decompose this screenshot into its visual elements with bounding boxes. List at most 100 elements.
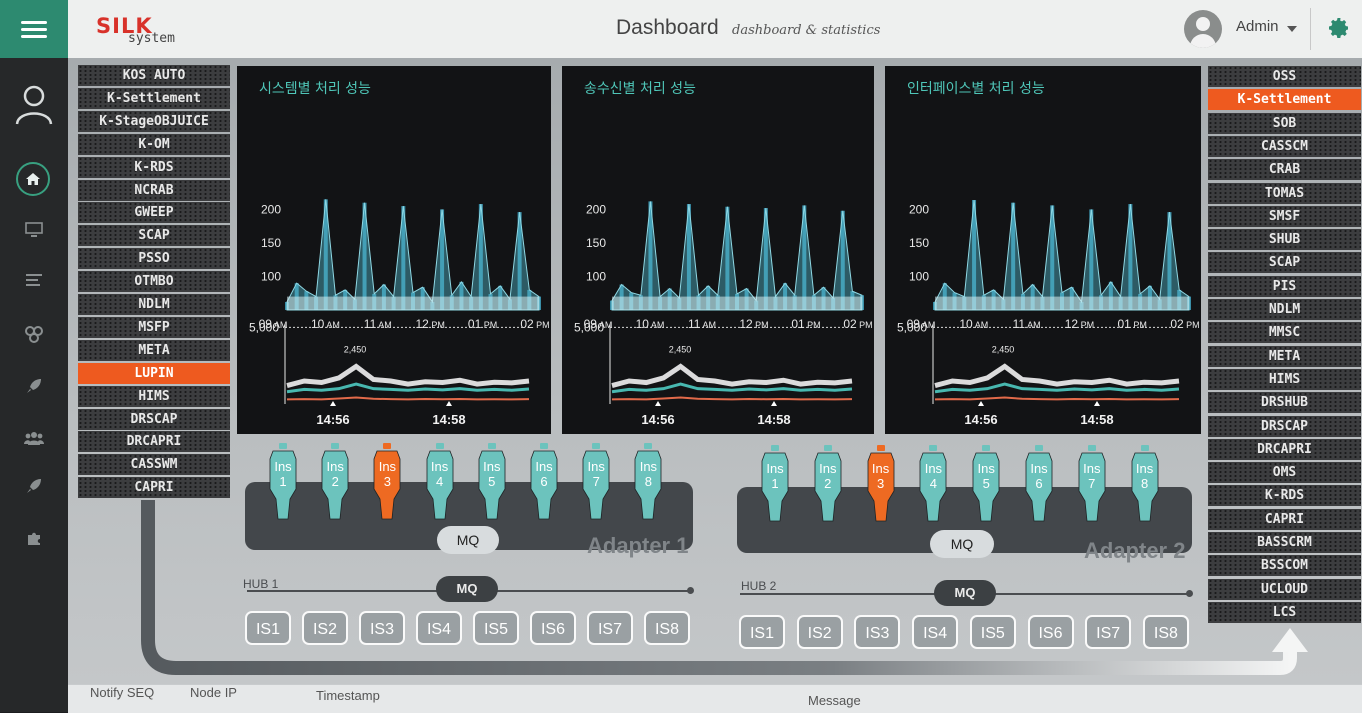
integration-server-button[interactable]: IS7 bbox=[587, 611, 633, 645]
instance-node[interactable]: Ins 4 bbox=[918, 445, 948, 523]
instance-node[interactable]: Ins 1 bbox=[268, 443, 298, 521]
user-icon[interactable] bbox=[14, 82, 54, 126]
system-tag[interactable]: NCRAB bbox=[78, 179, 230, 201]
integration-server-button[interactable]: IS3 bbox=[854, 615, 901, 649]
system-tag[interactable]: MMSC bbox=[1208, 322, 1361, 344]
puzzle-icon[interactable] bbox=[18, 522, 50, 554]
gear-icon[interactable] bbox=[1324, 16, 1354, 46]
col-message[interactable]: Message bbox=[808, 693, 861, 708]
instance-node[interactable]: Ins 2 bbox=[320, 443, 350, 521]
rocket-icon[interactable] bbox=[18, 370, 50, 402]
hub-mq-badge-2[interactable]: MQ bbox=[934, 580, 996, 606]
instance-alert-node[interactable]: Ins 3 bbox=[866, 445, 896, 523]
col-notify-seq[interactable]: Notify SEQ bbox=[90, 685, 154, 700]
integration-server-button[interactable]: IS2 bbox=[796, 615, 843, 649]
instance-node[interactable]: Ins 8 bbox=[633, 443, 663, 521]
instance-node[interactable]: Ins 5 bbox=[971, 445, 1001, 523]
avatar[interactable] bbox=[1184, 10, 1222, 48]
integration-server-button[interactable]: IS6 bbox=[1027, 615, 1074, 649]
system-tag[interactable]: DRCAPRI bbox=[1208, 438, 1361, 460]
y-tick-label: 5,000 bbox=[249, 320, 279, 334]
system-tag[interactable]: CASSWM bbox=[78, 454, 230, 476]
system-tag[interactable]: PSSO bbox=[78, 248, 230, 270]
integration-server-button[interactable]: IS1 bbox=[739, 615, 785, 649]
integration-server-button[interactable]: IS7 bbox=[1085, 615, 1132, 649]
instance-node[interactable]: Ins 5 bbox=[477, 443, 507, 521]
system-tag[interactable]: CAPRI bbox=[78, 477, 230, 499]
system-tag[interactable]: PIS bbox=[1208, 275, 1361, 297]
instance-node[interactable]: Ins 6 bbox=[1024, 445, 1054, 523]
integration-server-button[interactable]: IS4 bbox=[416, 611, 462, 645]
area-base bbox=[612, 296, 862, 310]
system-tag[interactable]: HIMS bbox=[1208, 368, 1361, 390]
system-tag[interactable]: K-RDS bbox=[78, 156, 230, 178]
instance-node[interactable]: Ins 8 bbox=[1130, 445, 1160, 523]
data-label: 2,450 bbox=[992, 344, 1015, 354]
system-tag[interactable]: K-Settlement bbox=[1208, 89, 1361, 111]
monitor-icon[interactable] bbox=[18, 214, 50, 246]
integration-server-button[interactable]: IS1 bbox=[245, 611, 291, 645]
system-tag[interactable]: SCAP bbox=[78, 225, 230, 247]
system-tag[interactable]: K-OM bbox=[78, 133, 230, 155]
instance-label: Ins bbox=[639, 459, 658, 474]
list-icon[interactable] bbox=[18, 264, 50, 296]
instance-node[interactable]: Ins 7 bbox=[1077, 445, 1107, 523]
system-tag[interactable]: HIMS bbox=[78, 385, 230, 407]
system-tag[interactable]: OSS bbox=[1208, 66, 1361, 87]
instance-node[interactable]: Ins 4 bbox=[425, 443, 455, 521]
system-tag[interactable]: MSFP bbox=[78, 316, 230, 338]
group-icon[interactable] bbox=[18, 422, 50, 454]
instance-alert-node[interactable]: Ins 3 bbox=[372, 443, 402, 521]
integration-server-button[interactable]: IS5 bbox=[969, 615, 1016, 649]
system-tag[interactable]: OTMBO bbox=[78, 271, 230, 293]
system-tag[interactable]: DRSHUB bbox=[1208, 392, 1361, 414]
system-tag[interactable]: K-StageOBJUICE bbox=[78, 110, 230, 132]
system-tag[interactable]: DRCAPRI bbox=[78, 431, 230, 453]
system-tag[interactable]: SHUB bbox=[1208, 229, 1361, 251]
instance-node[interactable]: Ins 7 bbox=[581, 443, 611, 521]
instance-node[interactable]: Ins 2 bbox=[813, 445, 843, 523]
line-series bbox=[611, 396, 853, 401]
system-tag[interactable]: LUPIN bbox=[78, 362, 230, 384]
hub-mq-badge-1[interactable]: MQ bbox=[436, 576, 498, 602]
system-tag[interactable]: SMSF bbox=[1208, 205, 1361, 227]
system-tag[interactable]: NDLM bbox=[1208, 299, 1361, 320]
mq-badge-2[interactable]: MQ bbox=[930, 530, 994, 558]
system-tag[interactable]: SCAP bbox=[1208, 252, 1361, 274]
mq-badge-1[interactable]: MQ bbox=[437, 526, 499, 554]
system-tag[interactable]: TOMAS bbox=[1208, 182, 1361, 204]
instance-node[interactable]: Ins 6 bbox=[529, 443, 559, 521]
integration-server-button[interactable]: IS6 bbox=[530, 611, 576, 645]
home-icon[interactable] bbox=[16, 162, 50, 196]
system-tag[interactable]: KOS AUTO bbox=[78, 65, 230, 86]
col-node-ip[interactable]: Node IP bbox=[190, 685, 237, 700]
integration-server-button[interactable]: IS5 bbox=[473, 611, 519, 645]
integration-server-button[interactable]: IS8 bbox=[644, 611, 690, 645]
col-timestamp[interactable]: Timestamp bbox=[316, 688, 380, 703]
x-tick-label: 10 AM bbox=[959, 317, 988, 331]
system-tag[interactable]: META bbox=[78, 339, 230, 361]
system-tag[interactable]: DRSCAP bbox=[1208, 415, 1361, 437]
hamburger-menu-icon[interactable] bbox=[0, 0, 68, 58]
system-tag[interactable]: GWEEP bbox=[78, 202, 230, 224]
user-name[interactable]: Admin bbox=[1236, 18, 1279, 35]
instance-node[interactable]: Ins 1 bbox=[760, 445, 790, 523]
system-tag[interactable]: DRSCAP bbox=[78, 408, 230, 430]
system-tag[interactable]: CRAB bbox=[1208, 159, 1361, 181]
chevron-down-icon[interactable] bbox=[1287, 26, 1297, 32]
system-tag[interactable]: SOB bbox=[1208, 112, 1361, 134]
instance-label: Ins bbox=[977, 461, 995, 476]
rocket-icon[interactable] bbox=[18, 470, 50, 502]
integration-server-button[interactable]: IS4 bbox=[912, 615, 959, 649]
integration-server-button[interactable]: IS2 bbox=[302, 611, 348, 645]
system-tag[interactable]: K-Settlement bbox=[78, 87, 230, 109]
system-tag[interactable]: NDLM bbox=[78, 294, 230, 315]
system-tag[interactable]: META bbox=[1208, 345, 1361, 367]
integration-server-button[interactable]: IS8 bbox=[1142, 615, 1189, 649]
settings-cluster-icon[interactable] bbox=[18, 318, 50, 350]
integration-server-button[interactable]: IS3 bbox=[359, 611, 405, 645]
y-tick-label: 200 bbox=[586, 202, 606, 216]
system-tag[interactable]: CASSCM bbox=[1208, 135, 1361, 157]
page-subtitle: dashboard & statistics bbox=[732, 23, 881, 38]
system-tag[interactable]: OMS bbox=[1208, 462, 1361, 484]
